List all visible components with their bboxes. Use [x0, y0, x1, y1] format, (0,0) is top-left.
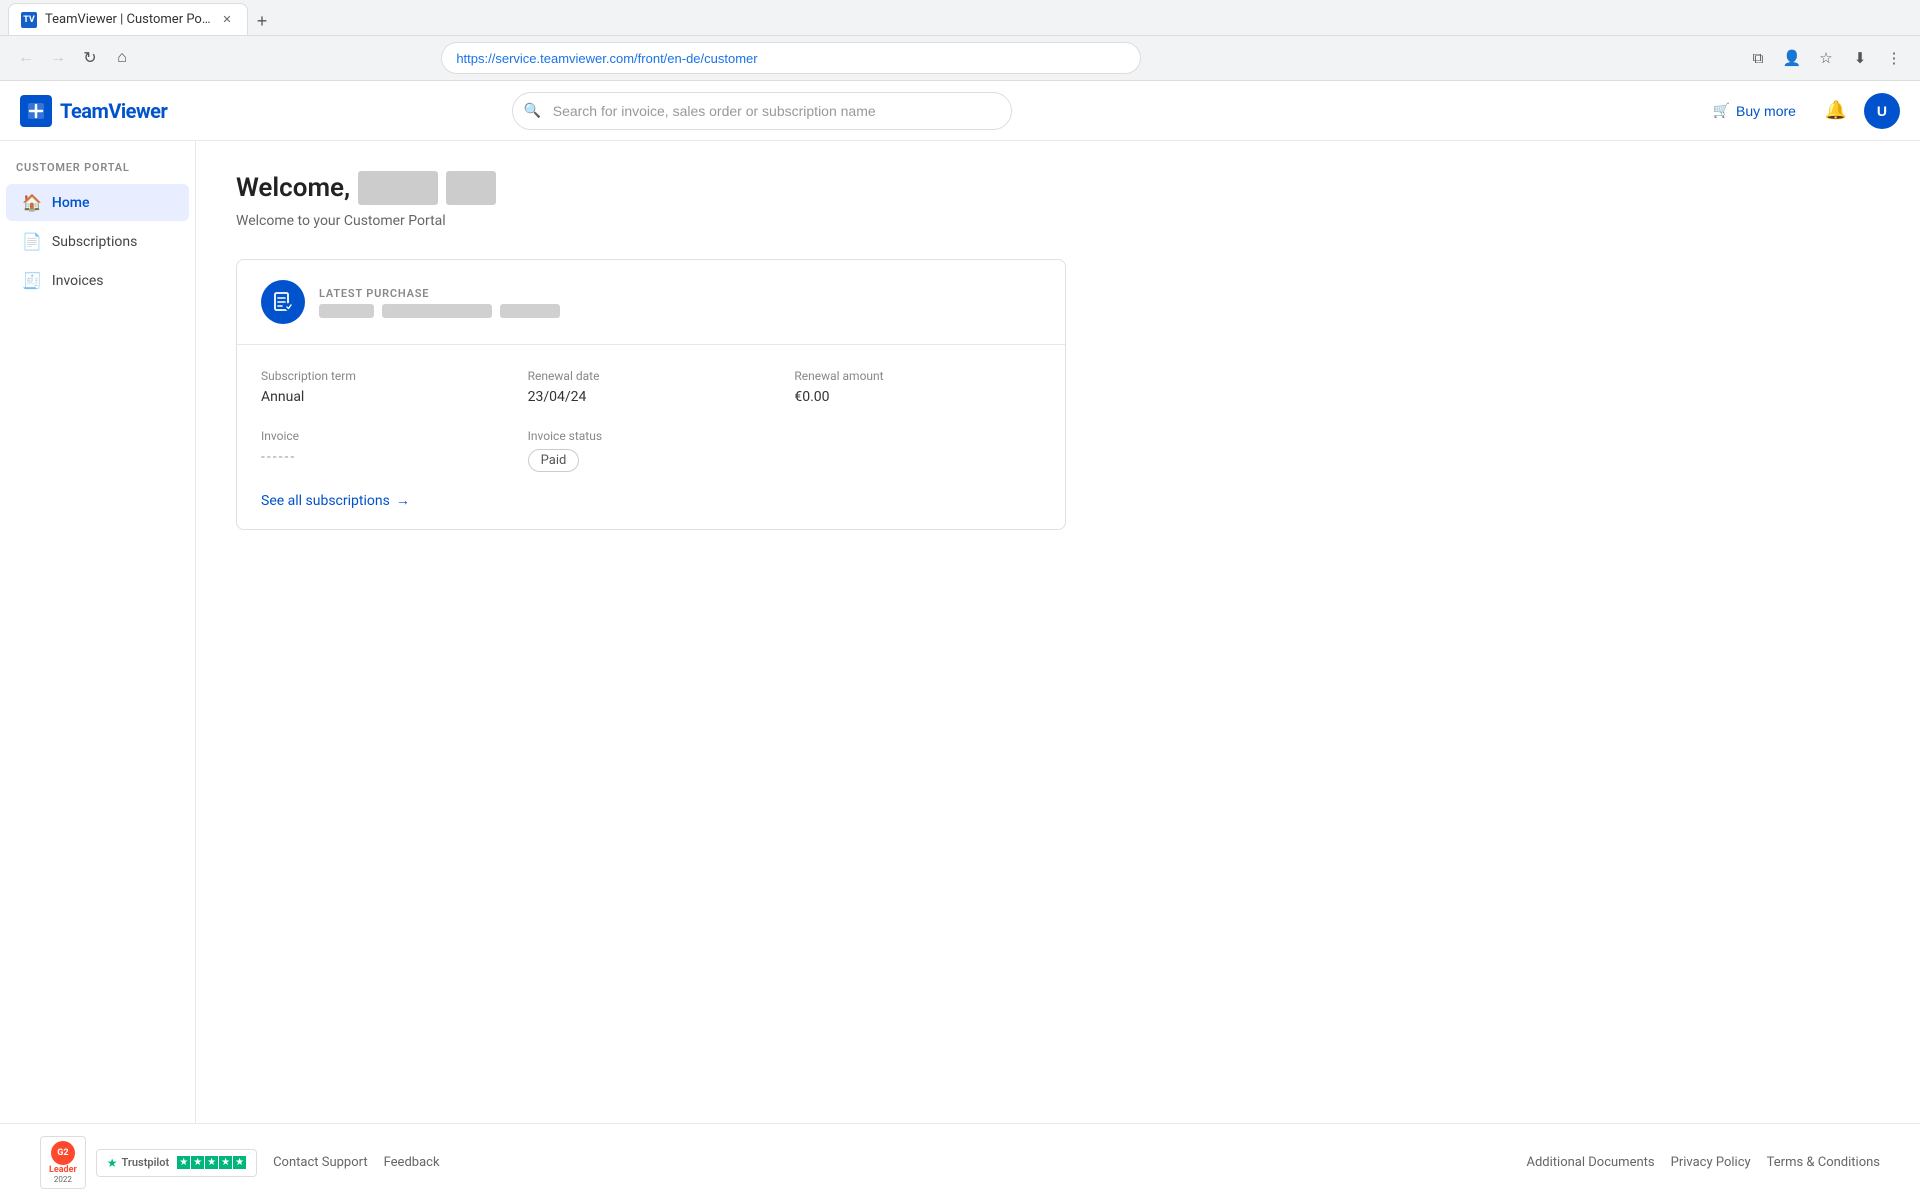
app-header: TeamViewer 🔍 🛒 Buy more 🔔 U: [0, 81, 1920, 141]
trustpilot-label: Trustpilot: [122, 1156, 170, 1169]
welcome-name-blurred: [358, 171, 438, 205]
invoice-status-badge: Paid: [528, 449, 580, 472]
new-tab-button[interactable]: +: [248, 7, 276, 35]
footer: G2 Leader 2022 ★ Trustpilot ★ ★ ★ ★ ★: [0, 1123, 1920, 1201]
renewal-date-label: Renewal date: [528, 369, 775, 383]
extensions-button[interactable]: ⧉: [1744, 44, 1772, 72]
header-search[interactable]: 🔍: [512, 92, 1012, 130]
bookmark-button[interactable]: ☆: [1812, 44, 1840, 72]
footer-left: G2 Leader 2022 ★ Trustpilot ★ ★ ★ ★ ★: [40, 1136, 440, 1189]
user-avatar-button[interactable]: U: [1864, 93, 1900, 129]
bell-icon: 🔔: [1825, 100, 1847, 121]
download-button[interactable]: ⬇: [1846, 44, 1874, 72]
card-body: Subscription term Annual Renewal date 23…: [237, 345, 1065, 529]
invoice-value: ------: [261, 449, 508, 465]
card-header: LATEST PURCHASE: [237, 260, 1065, 345]
subscription-term-label: Subscription term: [261, 369, 508, 383]
subscription-card: LATEST PURCHASE Subscription term Annual: [236, 259, 1066, 530]
terms-conditions-link[interactable]: Terms & Conditions: [1767, 1155, 1880, 1170]
renewal-amount-field: Renewal amount €0.00: [794, 369, 1041, 405]
welcome-name-blurred-2: [446, 171, 496, 205]
g2-year-text: 2022: [54, 1175, 72, 1184]
home-button[interactable]: ⌂: [108, 44, 136, 72]
card-header-info: LATEST PURCHASE: [319, 287, 560, 318]
notification-button[interactable]: 🔔: [1820, 95, 1852, 127]
settings-button[interactable]: ⋮: [1880, 44, 1908, 72]
browser-actions: ⧉ 👤 ☆ ⬇ ⋮: [1744, 44, 1908, 72]
product-blur-1: [319, 304, 374, 318]
trustpilot-icon: ★: [107, 1156, 118, 1170]
sidebar-section-label: CUSTOMER PORTAL: [0, 161, 195, 184]
buy-more-label: Buy more: [1736, 103, 1796, 119]
page-content: Welcome, Welcome to your Customer Portal: [196, 141, 1920, 1123]
invoice-field: Invoice ------: [261, 429, 508, 472]
header-actions: 🛒 Buy more 🔔 U: [1701, 93, 1900, 129]
subscription-term-value: Annual: [261, 389, 508, 405]
welcome-section: Welcome, Welcome to your Customer Portal: [236, 171, 1880, 229]
sidebar-label-subscriptions: Subscriptions: [52, 234, 137, 250]
contact-support-link[interactable]: Contact Support: [273, 1155, 368, 1170]
sidebar-item-invoices[interactable]: 🧾 Invoices: [6, 262, 189, 299]
latest-purchase-label: LATEST PURCHASE: [319, 287, 560, 300]
browser-tab[interactable]: TV TeamViewer | Customer Portal ✕: [8, 3, 248, 35]
card-fields: Subscription term Annual Renewal date 23…: [261, 369, 1041, 472]
trustpilot-logo: ★ Trustpilot: [107, 1156, 169, 1170]
search-input[interactable]: [512, 92, 1012, 130]
app-container: TeamViewer 🔍 🛒 Buy more 🔔 U CUSTOMER POR…: [0, 81, 1920, 1201]
buy-more-button[interactable]: 🛒 Buy more: [1701, 94, 1808, 127]
invoice-status-label: Invoice status: [528, 429, 775, 443]
search-icon: 🔍: [524, 103, 541, 119]
see-all-subscriptions-link[interactable]: See all subscriptions →: [261, 492, 1041, 509]
tab-close-button[interactable]: ✕: [219, 12, 235, 28]
g2-leader-text: Leader: [49, 1165, 77, 1175]
g2-icon: G2: [51, 1141, 75, 1165]
home-icon: 🏠: [22, 193, 42, 212]
page-subtitle: Welcome to your Customer Portal: [236, 213, 1880, 229]
renewal-date-value: 23/04/24: [528, 389, 775, 405]
tab-title: TeamViewer | Customer Portal: [45, 12, 211, 27]
product-blur-2: [382, 304, 492, 318]
logo-icon: [20, 95, 52, 127]
invoices-icon: 🧾: [22, 271, 42, 290]
subscription-icon: [261, 280, 305, 324]
renewal-date-field: Renewal date 23/04/24: [528, 369, 775, 405]
forward-button[interactable]: →: [44, 44, 72, 72]
sidebar-label-home: Home: [52, 195, 90, 211]
product-blur-3: [500, 304, 560, 318]
address-bar[interactable]: [441, 42, 1141, 74]
arrow-icon: →: [396, 492, 410, 509]
back-button[interactable]: ←: [12, 44, 40, 72]
profile-button[interactable]: 👤: [1778, 44, 1806, 72]
see-all-label: See all subscriptions: [261, 493, 390, 509]
product-name-row: [319, 304, 560, 318]
main-container: CUSTOMER PORTAL 🏠 Home 📄 Subscriptions 🧾…: [0, 141, 1920, 1123]
cart-icon: 🛒: [1713, 102, 1730, 119]
url-input[interactable]: [441, 42, 1141, 74]
trustpilot-stars: ★ ★ ★ ★ ★: [177, 1156, 246, 1169]
tab-favicon: TV: [21, 12, 37, 28]
subscription-term-field: Subscription term Annual: [261, 369, 508, 405]
browser-nav-buttons: ← → ↻ ⌂: [12, 44, 136, 72]
logo-text: TeamViewer: [60, 99, 167, 123]
refresh-button[interactable]: ↻: [76, 44, 104, 72]
sidebar-item-subscriptions[interactable]: 📄 Subscriptions: [6, 223, 189, 260]
g2-badge: G2 Leader 2022: [40, 1136, 86, 1189]
invoice-label: Invoice: [261, 429, 508, 443]
welcome-prefix: Welcome,: [236, 173, 350, 203]
additional-documents-link[interactable]: Additional Documents: [1527, 1155, 1655, 1170]
sidebar: CUSTOMER PORTAL 🏠 Home 📄 Subscriptions 🧾…: [0, 141, 196, 1123]
sidebar-item-home[interactable]: 🏠 Home: [6, 184, 189, 221]
privacy-policy-link[interactable]: Privacy Policy: [1671, 1155, 1751, 1170]
renewal-amount-label: Renewal amount: [794, 369, 1041, 383]
renewal-amount-value: €0.00: [794, 389, 1041, 405]
footer-right: Additional Documents Privacy Policy Term…: [1527, 1155, 1881, 1170]
logo: TeamViewer: [20, 95, 167, 127]
trustpilot-badge: ★ Trustpilot ★ ★ ★ ★ ★: [96, 1149, 257, 1177]
feedback-link[interactable]: Feedback: [384, 1155, 440, 1170]
sidebar-label-invoices: Invoices: [52, 273, 104, 289]
badges-container: G2 Leader 2022 ★ Trustpilot ★ ★ ★ ★ ★: [40, 1136, 257, 1189]
subscriptions-icon: 📄: [22, 232, 42, 251]
invoice-status-field: Invoice status Paid: [528, 429, 775, 472]
